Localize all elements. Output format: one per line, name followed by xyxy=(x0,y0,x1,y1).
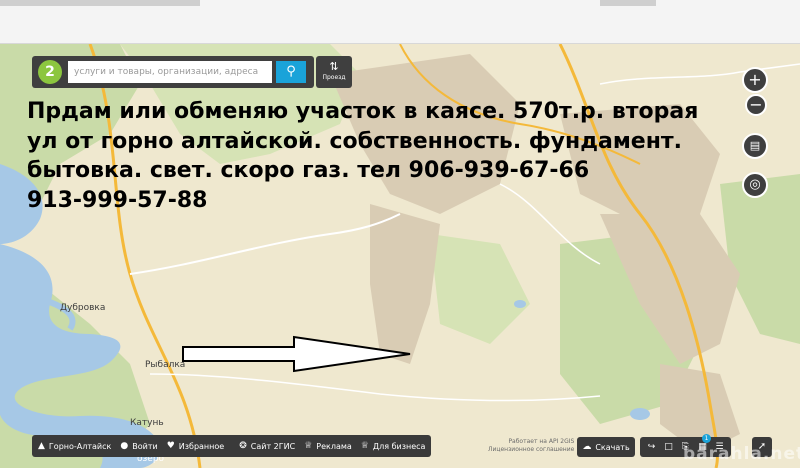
heart-icon: ♥ xyxy=(166,441,175,451)
place-label-katun: Катунь xyxy=(130,418,164,428)
plus-icon: + xyxy=(748,70,762,89)
download-button[interactable]: ☁ Скачать xyxy=(577,437,635,457)
place-label-dubrovka: Дубровка xyxy=(60,303,106,313)
search-icon: ⚲ xyxy=(286,64,296,79)
city-label: Горно-Алтайск xyxy=(48,441,112,451)
ruler-button[interactable]: ▤ xyxy=(742,133,768,159)
road-minor xyxy=(129,213,401,275)
listing-text: Прдам или обменяю участок в каясе. 570т.… xyxy=(27,97,757,215)
listing-line: 913-999-57-88 xyxy=(27,187,208,213)
share-icon[interactable]: ↪ xyxy=(643,442,660,452)
ads-button[interactable]: ♕ Реклама xyxy=(304,441,352,451)
city-button[interactable]: ▲ Горно-Алтайск xyxy=(38,441,111,451)
lake xyxy=(514,300,526,308)
browser-top-bar xyxy=(0,0,800,44)
top-strip xyxy=(0,0,200,6)
place-label-rybalka: Рыбалка xyxy=(145,360,186,370)
city-icon: ▲ xyxy=(38,441,45,451)
logo-small-icon: ❂ xyxy=(239,441,247,451)
lake xyxy=(630,408,650,420)
search-button[interactable]: ⚲ xyxy=(276,61,306,83)
crown-icon: ♕ xyxy=(360,441,369,451)
locate-button[interactable]: ◎ xyxy=(742,172,768,198)
zoom-out-button[interactable]: − xyxy=(745,94,767,116)
cloud-download-icon: ☁ xyxy=(582,442,592,452)
site-label: Сайт 2ГИС xyxy=(250,441,296,451)
ads-label: Реклама xyxy=(316,441,352,451)
zoom-in-button[interactable]: + xyxy=(742,67,768,93)
crown-icon: ♕ xyxy=(304,441,313,451)
watermark: barahla.net xyxy=(683,444,800,464)
login-button[interactable]: ● Войти xyxy=(120,441,157,451)
api-credits: Работает на API 2GIS Лицензионное соглаш… xyxy=(488,438,574,454)
notification-badge: 1 xyxy=(702,434,711,443)
ruler-icon: ▤ xyxy=(749,139,761,152)
search-input[interactable] xyxy=(68,61,272,83)
license-link[interactable]: Лицензионное соглашение xyxy=(488,446,574,454)
bottom-bar: ▲ Горно-Алтайск ● Войти ♥ Избранное ❂ Сайт 2… xyxy=(32,435,432,457)
road-minor xyxy=(149,373,601,402)
road-minor xyxy=(599,63,800,85)
logo-icon[interactable]: 2 xyxy=(38,60,62,84)
listing-line: бытовка. свет. скоро газ. тел 906-939-67… xyxy=(27,158,590,183)
listing-line: ул от горно алтайской. собственность. фу… xyxy=(27,128,683,154)
download-label: Скачать xyxy=(595,442,630,452)
route-button[interactable]: ⇅ Проезд xyxy=(316,56,352,88)
locate-icon: ◎ xyxy=(749,177,761,192)
built-area xyxy=(370,204,440,364)
business-label: Для бизнеса xyxy=(372,441,426,451)
favorites-label: Избранное xyxy=(178,441,225,451)
user-icon: ● xyxy=(120,441,129,451)
site-button[interactable]: ❂ Сайт 2ГИС xyxy=(239,441,295,451)
route-icon: ⇅ xyxy=(329,60,339,73)
listing-line: Прдам или обменяю участок в каясе. 570т.… xyxy=(27,99,699,124)
login-label: Войти xyxy=(132,441,158,451)
arrow-annotation xyxy=(182,335,411,373)
api-line[interactable]: Работает на API 2GIS xyxy=(488,438,574,446)
comment-icon[interactable]: □ xyxy=(660,442,677,452)
minus-icon: − xyxy=(749,95,763,114)
favorites-button[interactable]: ♥ Избранное xyxy=(167,441,225,451)
forest-area xyxy=(430,234,530,344)
business-button[interactable]: ♕ Для бизнеса xyxy=(361,441,426,451)
top-strip-right xyxy=(600,0,656,6)
route-label: Проезд xyxy=(322,74,346,81)
